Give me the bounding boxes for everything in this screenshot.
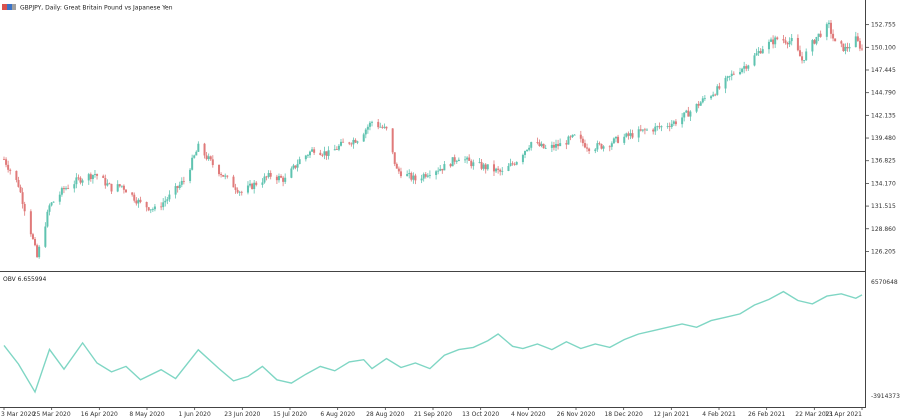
indicator-tick-label: 6570648 [871,279,898,286]
candle [251,182,254,190]
price-tick-label: 147.445 [871,67,896,74]
price-tick-label: 126.205 [871,248,896,255]
time-tick-label: 12 Jan 2021 [653,411,689,418]
indicator-tick-label: -3914373 [871,393,900,400]
price-tick-label: 150.100 [871,44,896,51]
time-tick-label: 26 Feb 2021 [748,411,786,418]
time-tick-label: 1 Jun 2020 [179,411,211,418]
price-tick-label: 144.790 [871,90,896,97]
price-tick-label: 136.825 [871,158,896,165]
candle [189,168,192,184]
time-tick-label: 13 Oct 2020 [462,411,499,418]
time-tick-label: 26 Nov 2020 [557,411,596,418]
candle [36,243,39,258]
candle [834,38,837,42]
price-tick-label: 152.755 [871,22,896,29]
header: GBPJPY, Daily: Great Britain Pound vs Ja… [2,4,173,12]
time-tick-label: 16 Apr 2020 [81,411,118,418]
time-tick-label: 21 Sep 2020 [414,411,452,418]
symbol-icon [2,4,16,10]
time-tick-label: 28 Aug 2020 [366,411,405,418]
candle [842,43,845,52]
candle [232,174,235,188]
price-tick-label: 131.515 [871,203,896,210]
indicator-label: OBV 6.655994 [3,276,46,283]
candle [542,143,545,149]
price-tick-label: 142.135 [871,112,896,119]
time-tick-label: 3 Mar 2020 [1,411,35,418]
candle [567,135,570,145]
time-tick-label: 4 Feb 2021 [702,411,736,418]
time-tick-label: 4 Nov 2020 [511,411,546,418]
price-tick-label: 139.480 [871,135,896,142]
time-tick-label: 8 May 2020 [129,411,164,418]
trading-chart-window[interactable]: GBPJPY, Daily: Great Britain Pound vs Ja… [0,0,900,419]
time-tick-label: 23 Jun 2020 [224,411,260,418]
time-tick-label: 6 Aug 2020 [320,411,355,418]
time-tick-label: 18 Dec 2020 [604,411,643,418]
candle [600,143,603,150]
time-tick-label: 15 Jul 2020 [273,411,307,418]
price-tick-label: 128.860 [871,226,896,233]
candle [222,174,225,177]
candle [46,209,49,228]
candle [29,209,32,237]
time-tick-label: 25 Mar 2020 [33,411,71,418]
candle [451,157,454,167]
chart-background [0,0,900,419]
time-tick-label: 13 Apr 2021 [825,411,862,418]
candle [391,128,394,155]
chart-title: GBPJPY, Daily: Great Britain Pound vs Ja… [20,5,173,12]
price-tick-label: 134.170 [871,180,896,187]
candle [38,245,41,259]
